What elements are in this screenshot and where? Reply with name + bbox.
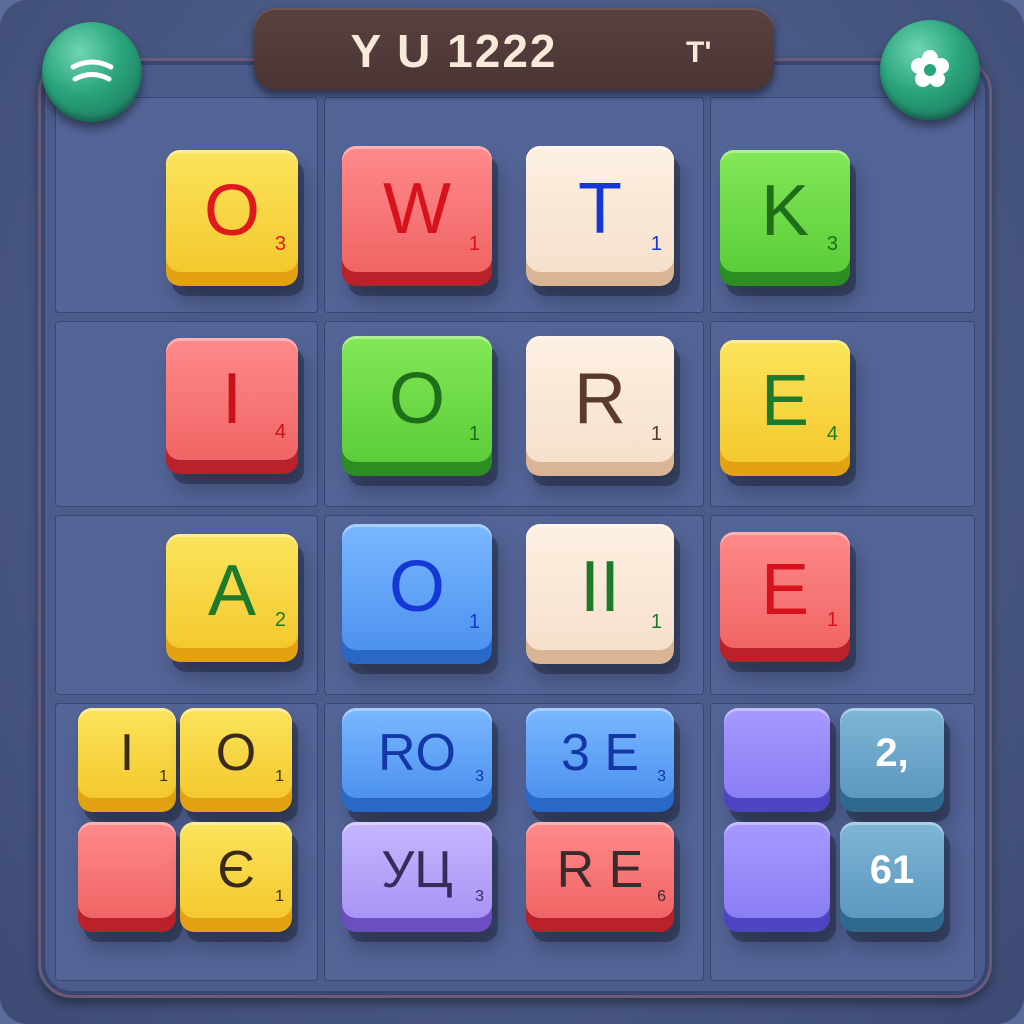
tile-letter: RO bbox=[378, 724, 456, 782]
letter-tile[interactable]: O1 bbox=[342, 336, 492, 476]
tile-points: 3 bbox=[475, 768, 484, 785]
settings-button[interactable] bbox=[880, 20, 980, 120]
tile-points: 1 bbox=[650, 611, 662, 633]
tile-points: 1 bbox=[468, 423, 480, 445]
letter-tile[interactable]: I1 bbox=[78, 708, 176, 812]
tile-points: 3 bbox=[826, 233, 838, 255]
letter-tile[interactable]: R1 bbox=[526, 336, 674, 476]
tile-points: 3 bbox=[657, 768, 666, 785]
flower-settings-icon bbox=[911, 50, 949, 87]
letter-tile[interactable]: Є1 bbox=[180, 822, 292, 932]
letter-tile[interactable]: E1 bbox=[720, 532, 850, 662]
tile-points: 1 bbox=[650, 233, 662, 255]
tile-points: 1 bbox=[275, 768, 284, 785]
letter-tile[interactable] bbox=[78, 822, 176, 932]
title-bar: Y U 1222 T' bbox=[254, 8, 774, 90]
letter-tile[interactable]: O3 bbox=[166, 150, 298, 286]
tile-points: 3 bbox=[475, 888, 484, 905]
tile-points: 6 bbox=[657, 888, 666, 905]
letter-tile[interactable] bbox=[724, 708, 830, 812]
letter-tile[interactable] bbox=[724, 822, 830, 932]
tile-points: 1 bbox=[468, 611, 480, 633]
tile-letter: 61 bbox=[869, 848, 915, 892]
letter-tile[interactable]: E4 bbox=[720, 340, 850, 476]
letter-tile[interactable]: K3 bbox=[720, 150, 850, 286]
tile-points: 1 bbox=[468, 233, 480, 255]
letter-tile[interactable]: 2, bbox=[840, 708, 944, 812]
menu-wave-icon bbox=[70, 59, 114, 82]
letter-tile[interactable]: O1 bbox=[180, 708, 292, 812]
tile-points: 4 bbox=[826, 423, 838, 445]
tile-letter bbox=[78, 822, 176, 918]
letter-tile[interactable]: II 1 bbox=[526, 524, 674, 664]
letter-tile[interactable]: W1 bbox=[342, 146, 492, 286]
letter-tile[interactable]: 3 E 3 bbox=[526, 708, 674, 812]
tile-points: 1 bbox=[275, 888, 284, 905]
tile-points: 1 bbox=[159, 768, 168, 785]
letter-tile[interactable]: УЦ 3 bbox=[342, 822, 492, 932]
tile-letter bbox=[724, 822, 830, 918]
letter-tile[interactable]: T1 bbox=[526, 146, 674, 286]
menu-button[interactable] bbox=[42, 22, 142, 122]
tile-points: 1 bbox=[650, 423, 662, 445]
tile-letter bbox=[724, 708, 830, 798]
tile-points: 4 bbox=[274, 421, 286, 443]
tile-letter: УЦ bbox=[381, 841, 453, 899]
tile-points: 1 bbox=[826, 609, 838, 631]
letter-tile[interactable]: A2 bbox=[166, 534, 298, 662]
game-title: Y U 1222 bbox=[350, 25, 558, 77]
letter-tile[interactable]: 61 bbox=[840, 822, 944, 932]
tile-letter: 2, bbox=[875, 731, 909, 775]
title-side-label: T' bbox=[686, 36, 712, 69]
letter-tile[interactable]: RO 3 bbox=[342, 708, 492, 812]
letter-tile[interactable]: I4 bbox=[166, 338, 298, 474]
tile-letter: 3 E bbox=[560, 724, 640, 782]
letter-tile[interactable]: R E 6 bbox=[526, 822, 674, 932]
letter-tile[interactable]: O1 bbox=[342, 524, 492, 664]
tile-points: 2 bbox=[274, 609, 286, 631]
tile-letter: R E bbox=[556, 841, 644, 899]
tile-points: 3 bbox=[274, 233, 286, 255]
